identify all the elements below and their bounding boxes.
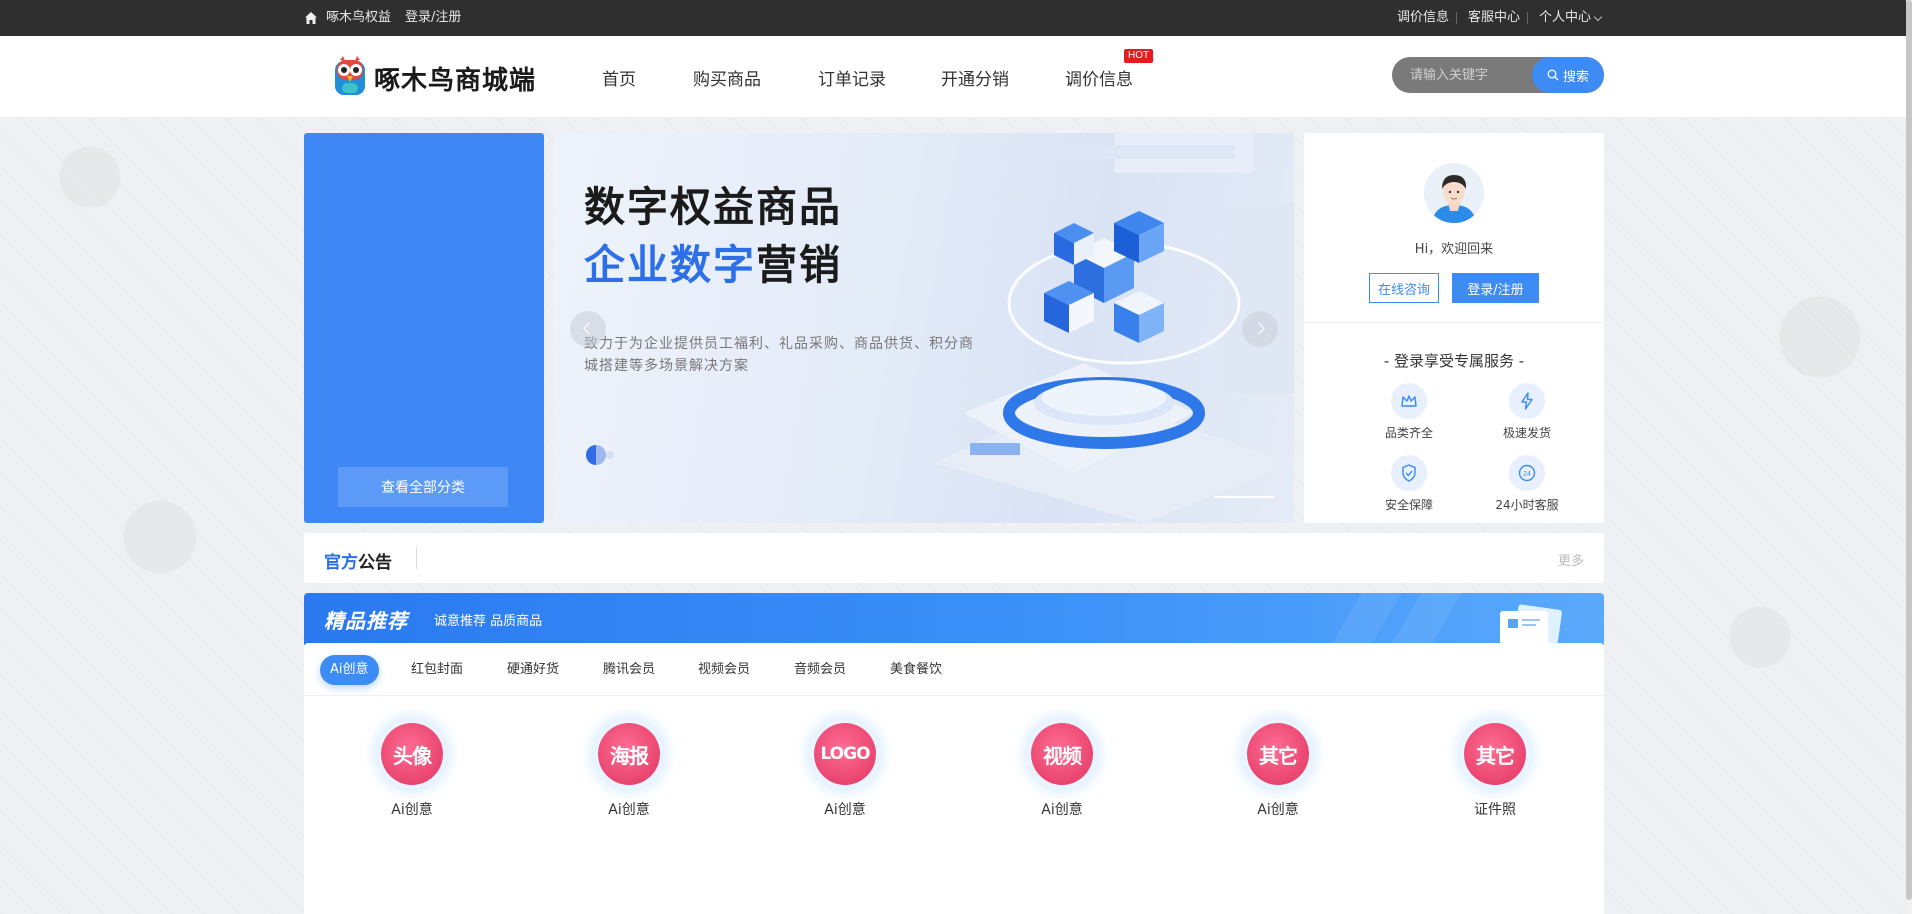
notice-more-link[interactable]: 更多 xyxy=(1558,550,1584,569)
banner-prev-arrow-icon[interactable] xyxy=(570,311,606,347)
search-input[interactable] xyxy=(1410,57,1530,93)
tab-ai-creative[interactable]: Ai创意 xyxy=(320,655,379,685)
tab-tencent-member[interactable]: 腾讯会员 xyxy=(593,655,665,685)
clock-24-icon: 24 xyxy=(1509,455,1545,491)
product-item[interactable]: 视频 Ai创意 xyxy=(1002,723,1122,819)
nav-order-records[interactable]: 订单记录 xyxy=(818,65,886,90)
banner-dot-active[interactable] xyxy=(586,445,606,465)
product-item[interactable]: 海报 Ai创意 xyxy=(569,723,689,819)
nav-price-info[interactable]: 调价信息 xyxy=(1065,65,1133,90)
scrollbar[interactable] xyxy=(1906,0,1912,914)
product-icon: 其它 xyxy=(1464,723,1526,785)
service-item: 24 24小时客服 xyxy=(1482,455,1572,513)
notice-label: 官方公告 xyxy=(324,548,392,573)
notice-divider xyxy=(416,547,417,569)
product-icon: 视频 xyxy=(1031,723,1093,785)
tab-audio-member[interactable]: 音频会员 xyxy=(784,655,856,685)
banner-headline-2-dark: 营销 xyxy=(756,241,842,289)
service-item: 极速发货 xyxy=(1482,383,1572,441)
crown-icon xyxy=(1391,383,1427,419)
product-label: 证件照 xyxy=(1474,802,1516,818)
product-item[interactable]: 头像 Ai创意 xyxy=(352,723,472,819)
header-stripe xyxy=(1320,593,1408,645)
featured-title: 精品推荐 xyxy=(324,609,408,633)
nav-open-distribution[interactable]: 开通分销 xyxy=(941,65,1009,90)
tab-red-envelope-cover[interactable]: 红包封面 xyxy=(401,655,473,685)
shield-check-icon xyxy=(1391,455,1427,491)
top-price-info-link[interactable]: 调价信息 xyxy=(1397,10,1449,26)
top-service-center-link[interactable]: 客服中心 xyxy=(1468,10,1520,26)
hot-badge: HOT xyxy=(1124,49,1154,63)
cube-illustration-icon xyxy=(934,133,1294,523)
product-label: Ai创意 xyxy=(608,802,650,818)
user-avatar-icon xyxy=(1424,163,1484,223)
category-panel: 查看全部分类 xyxy=(304,133,544,523)
service-item: 安全保障 xyxy=(1364,455,1454,513)
product-item[interactable]: 其它 Ai创意 xyxy=(1218,723,1338,819)
banner-headline-1: 数字权益商品 xyxy=(584,183,842,231)
service-label: 极速发货 xyxy=(1502,426,1551,440)
lightning-icon xyxy=(1509,383,1545,419)
hero-banner[interactable]: 数字权益商品 企业数字营销 致力于为企业提供员工福利、礼品采购、商品供货、积分商… xyxy=(554,133,1294,523)
tab-food-dining[interactable]: 美食餐饮 xyxy=(880,655,952,685)
product-label: Ai创意 xyxy=(824,802,866,818)
search-button-label: 搜索 xyxy=(1562,69,1589,85)
greeting-text: Hi，欢迎回来 xyxy=(1414,242,1494,257)
category-tabs: Ai创意 红包封面 硬通好货 腾讯会员 视频会员 音频会员 美食餐饮 xyxy=(304,643,1604,696)
online-consult-button[interactable]: 在线咨询 xyxy=(1369,273,1439,303)
notice-label-dark: 公告 xyxy=(358,553,392,573)
top-personal-center-link[interactable]: 个人中心 xyxy=(1539,10,1591,26)
product-label: Ai创意 xyxy=(1041,802,1083,818)
banner-headline-2-blue: 企业数字 xyxy=(584,241,756,289)
view-all-categories-button[interactable]: 查看全部分类 xyxy=(338,467,508,507)
logo-text[interactable]: 啄木鸟商城端 xyxy=(374,60,536,97)
product-label: Ai创意 xyxy=(391,802,433,818)
search-icon xyxy=(1547,69,1559,81)
svg-text:24: 24 xyxy=(1523,471,1531,478)
nav-home[interactable]: 首页 xyxy=(602,65,636,90)
avatar xyxy=(1424,163,1484,223)
banner-next-arrow-icon[interactable] xyxy=(1242,311,1278,347)
woodpecker-logo-icon[interactable] xyxy=(334,56,366,96)
tab-hard-goods[interactable]: 硬通好货 xyxy=(497,655,569,685)
featured-header: 精品推荐 诚意推荐 品质商品 xyxy=(304,593,1604,645)
banner-headline-2: 企业数字营销 xyxy=(584,236,842,294)
main-header: 啄木鸟商城端 首页 购买商品 订单记录 开通分销 调价信息 HOT 搜索 xyxy=(0,36,1912,117)
search-box: 搜索 xyxy=(1392,57,1604,93)
product-icon: 头像 xyxy=(381,723,443,785)
service-label: 安全保障 xyxy=(1384,498,1433,512)
top-bar: 啄木鸟权益 登录/注册 调价信息 客服中心 个人中心 xyxy=(0,0,1912,36)
documents-icon xyxy=(1500,604,1562,645)
tab-video-member[interactable]: 视频会员 xyxy=(688,655,760,685)
user-panel: Hi，欢迎回来 在线咨询 登录/注册 - 登录享受专属服务 - 品类齐全 极速发… xyxy=(1304,133,1604,523)
product-item[interactable]: LOGO Ai创意 xyxy=(785,723,905,819)
product-label: Ai创意 xyxy=(1257,802,1299,818)
product-icon: 其它 xyxy=(1247,723,1309,785)
search-button[interactable]: 搜索 xyxy=(1532,57,1604,93)
home-icon[interactable] xyxy=(304,11,318,25)
product-item[interactable]: 其它 证件照 xyxy=(1435,723,1555,819)
banner-dot[interactable] xyxy=(606,451,614,459)
login-register-button[interactable]: 登录/注册 xyxy=(1452,273,1539,303)
product-icon: 海报 xyxy=(598,723,660,785)
featured-body: Ai创意 红包封面 硬通好货 腾讯会员 视频会员 音频会员 美食餐饮 头像 Ai… xyxy=(304,643,1604,914)
divider xyxy=(1304,322,1604,323)
banner-description: 致力于为企业提供员工福利、礼品采购、商品供货、积分商城搭建等多场景解决方案 xyxy=(584,336,974,374)
site-name-link[interactable]: 啄木鸟权益 xyxy=(326,10,391,26)
service-label: 品类齐全 xyxy=(1384,426,1433,440)
topbar-divider xyxy=(1456,12,1457,24)
notice-label-blue: 官方 xyxy=(324,553,358,573)
service-title: - 登录享受专属服务 - xyxy=(1383,352,1525,370)
topbar-divider xyxy=(1527,12,1528,24)
top-login-register-link[interactable]: 登录/注册 xyxy=(405,10,461,26)
chevron-down-icon xyxy=(1593,12,1603,22)
product-icon: LOGO xyxy=(814,723,876,785)
featured-subtitle: 诚意推荐 品质商品 xyxy=(434,614,543,629)
scrollbar-thumb[interactable] xyxy=(1906,0,1912,900)
service-item: 品类齐全 xyxy=(1364,383,1454,441)
official-notice-bar: 官方公告 更多 xyxy=(304,533,1604,583)
service-label: 24小时客服 xyxy=(1495,498,1559,512)
nav-buy-products[interactable]: 购买商品 xyxy=(693,65,761,90)
